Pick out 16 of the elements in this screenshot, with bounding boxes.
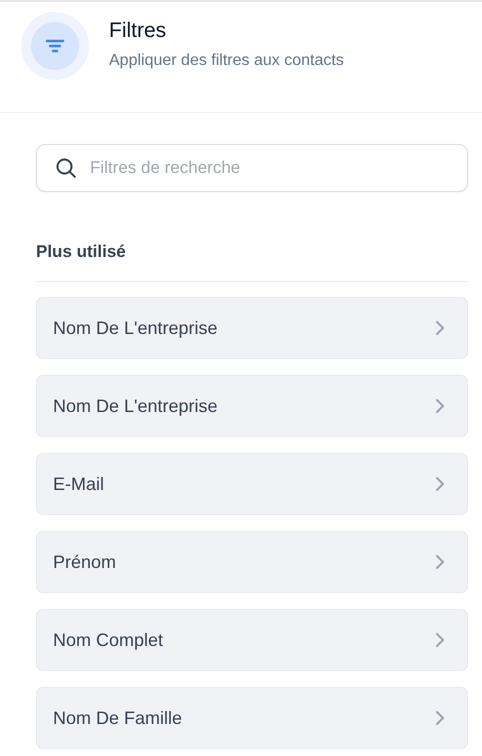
filter-item[interactable]: Nom De L'entreprise [36, 375, 468, 437]
panel-subtitle: Appliquer des filtres aux contacts [109, 52, 344, 70]
section-heading: Plus utilisé [36, 242, 127, 262]
chevron-right-icon [435, 632, 445, 648]
chevron-right-icon [435, 320, 445, 336]
search-field[interactable]: Filtres de recherche [36, 144, 468, 192]
filter-item[interactable]: Nom Complet [36, 609, 468, 671]
filter-item[interactable]: Nom De L'entreprise [36, 297, 468, 359]
filter-item[interactable]: E-Mail [36, 453, 468, 515]
filter-item[interactable]: Prénom [36, 531, 468, 593]
chevron-right-icon [435, 710, 445, 726]
chevron-right-icon [435, 398, 445, 414]
filter-item[interactable]: Nom De Famille [36, 687, 468, 749]
panel-title: Filtres [109, 19, 168, 43]
chevron-right-icon [435, 476, 445, 492]
chevron-right-icon [435, 554, 445, 570]
